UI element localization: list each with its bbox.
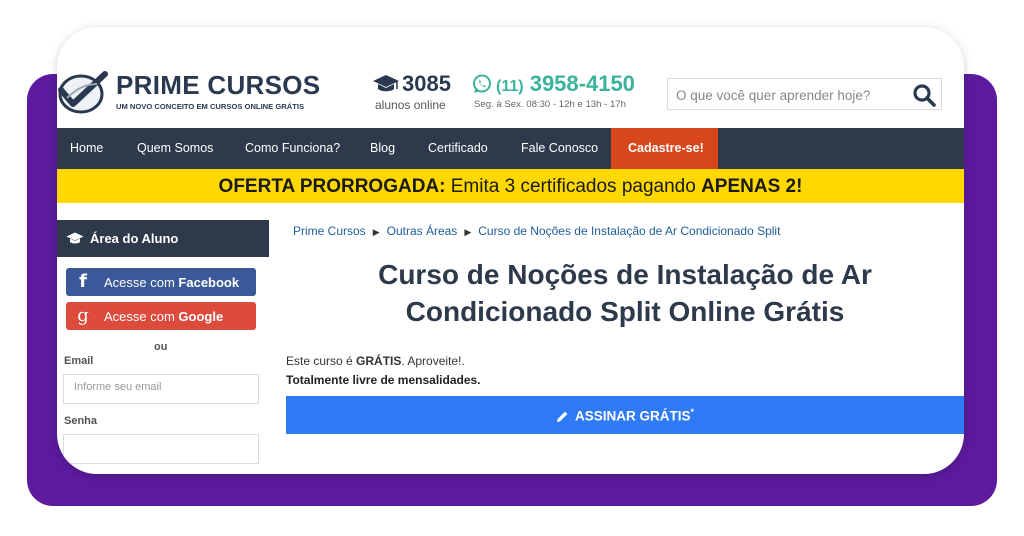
email-label: Email [64,355,94,367]
promo-body: Emita 3 certificados pagando [445,176,702,197]
free-course-notice: Este curso é GRÁTIS. Aproveite!. [286,354,465,368]
students-online-count: 3085 [402,71,451,96]
business-hours: Seg. à Sex. 08:30 - 12h e 13h - 17h [474,99,627,110]
graduation-cap-icon [66,232,84,244]
subscribe-button-label: ASSINAR GRÁTIS* [286,407,964,424]
nav-item-blog[interactable]: Blog [370,141,395,155]
nav-item-fale-conosco[interactable]: Fale Conosco [521,141,598,155]
password-field[interactable] [74,441,250,453]
browser-card: PRIME CURSOS UM NOVO CONCEITO EM CURSOS … [57,27,964,474]
signup-button[interactable]: Cadastre-se! [611,128,718,169]
or-separator: ou [154,341,168,353]
google-login-label: Acesse com Google [104,309,224,324]
signup-button-label: Cadastre-se! [628,141,704,155]
logo-title[interactable]: PRIME CURSOS [116,70,320,101]
student-area-title: Área do Aluno [90,231,179,246]
whatsapp-icon [473,74,491,93]
phone-number[interactable]: (11) 3958-4150 [496,71,635,97]
search-icon[interactable] [911,83,937,107]
facebook-icon: f [79,271,87,292]
page-title: Curso de Noções de Instalação de Ar Cond… [300,256,950,330]
facebook-login-label: Acesse com Facebook [104,275,240,290]
pencil-icon [556,411,568,422]
subscribe-free-button[interactable]: ASSINAR GRÁTIS* [286,396,964,434]
nav-item-certificado[interactable]: Certificado [428,141,488,155]
no-fees-notice: Totalmente livre de mensalidades. [286,373,481,387]
promo-highlight: OFERTA PRORROGADA: [218,176,446,197]
caret-right-icon: ▶ [372,227,380,237]
search-box [667,78,942,110]
main-nav: Home Quem Somos Como Funciona? Blog Cert… [57,128,964,169]
phone-digits: 3958-4150 [529,71,635,96]
students-online-label: alunos online [375,98,446,112]
phone-area-code: (11) [496,78,524,95]
google-icon: g [77,305,89,326]
nav-item-quem-somos[interactable]: Quem Somos [137,141,213,155]
promo-banner[interactable]: OFERTA PRORROGADA: Emita 3 certificados … [57,169,964,203]
email-field-box [63,374,259,404]
nav-item-como-funciona[interactable]: Como Funciona? [245,141,340,155]
email-field[interactable] [74,381,250,393]
password-label: Senha [64,415,98,427]
page-title-line-2: Condicionado Split Online Grátis [405,296,845,327]
breadcrumb: Prime Cursos ▶ Outras Áreas ▶ Curso de Noçõe… [293,224,780,238]
promo-offer: APENAS 2! [701,176,803,197]
nav-item-home[interactable]: Home [70,141,103,155]
student-area-header: Área do Aluno [57,220,269,257]
promo-text: OFERTA PRORROGADA: Emita 3 certificados … [57,176,964,198]
logo-mark[interactable] [57,68,109,116]
logo-tagline: UM NOVO CONCEITO EM CURSOS ONLINE GRÁTIS [116,102,305,111]
password-field-box [63,434,259,464]
google-login-button[interactable]: g Acesse com Google [66,302,256,330]
breadcrumb-home[interactable]: Prime Cursos [293,224,366,238]
page-title-line-1: Curso de Noções de Instalação de Ar [378,259,872,290]
facebook-login-button[interactable]: f Acesse com Facebook [66,268,256,296]
breadcrumb-current[interactable]: Curso de Noções de Instalação de Ar Cond… [478,224,780,238]
graduation-cap-icon [373,75,399,92]
breadcrumb-category[interactable]: Outras Áreas [387,224,458,238]
search-input[interactable] [676,85,896,105]
caret-right-icon: ▶ [464,227,472,237]
